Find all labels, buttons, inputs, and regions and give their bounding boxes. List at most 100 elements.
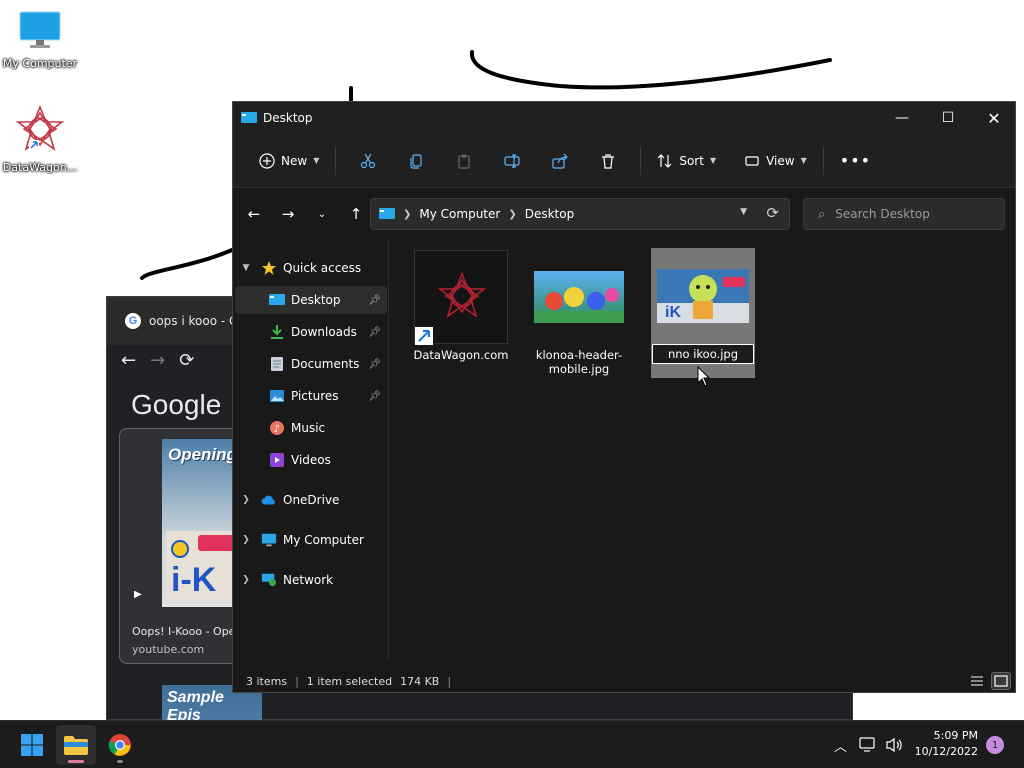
taskbar-chrome[interactable] bbox=[100, 725, 140, 765]
system-tray: ︿ bbox=[834, 721, 903, 768]
running-indicator bbox=[117, 760, 123, 763]
desktop-icon-datawagon[interactable]: DataWagon... bbox=[0, 104, 80, 174]
rename-input[interactable]: nno ikoo.jpg bbox=[652, 344, 754, 364]
minimize-button[interactable]: — bbox=[879, 102, 925, 134]
pin-icon[interactable]: 📌︎ bbox=[368, 391, 381, 402]
desktop-icon-label: My Computer bbox=[2, 57, 78, 70]
reload-icon[interactable]: ⟳ bbox=[179, 350, 194, 371]
active-indicator bbox=[68, 760, 84, 763]
up-button[interactable]: ↑ bbox=[339, 198, 373, 230]
pin-icon[interactable]: 📌︎ bbox=[368, 359, 381, 370]
command-bar: New ▼ Sort ▼ View ▼ ••• bbox=[233, 134, 1015, 188]
chrome-icon bbox=[108, 734, 131, 756]
sort-button[interactable]: Sort ▼ bbox=[649, 145, 724, 177]
recent-locations-button[interactable]: ⌄ bbox=[305, 198, 339, 230]
ikooo-artwork-icon: i-K bbox=[166, 531, 238, 601]
nav-item-desktop[interactable]: Desktop 📌︎ bbox=[235, 286, 387, 314]
thumbnail-view-button[interactable] bbox=[991, 672, 1011, 690]
google-favicon-icon: G bbox=[125, 313, 141, 329]
video-result-card[interactable]: Opening i-K ▶ Oops! I-Kooo - Ope youtube… bbox=[119, 428, 239, 664]
nav-onedrive[interactable]: ❯ OneDrive bbox=[235, 486, 387, 514]
pin-icon[interactable]: 📌︎ bbox=[368, 295, 381, 306]
more-options-button[interactable]: ••• bbox=[832, 145, 879, 177]
mouse-cursor-icon bbox=[697, 366, 711, 387]
nav-label: Documents bbox=[291, 357, 360, 371]
video-thumbnail-text: Opening bbox=[168, 445, 237, 464]
play-icon[interactable]: ▶ bbox=[134, 589, 142, 600]
file-item-klonoa[interactable]: klonoa-header-mobile.jpg bbox=[531, 250, 627, 376]
network-tray-icon[interactable] bbox=[859, 737, 877, 753]
paste-button[interactable] bbox=[440, 145, 488, 177]
plus-circle-icon bbox=[259, 152, 275, 169]
view-icon bbox=[745, 155, 759, 166]
start-button[interactable] bbox=[12, 725, 52, 765]
forward-arrow-icon[interactable]: → bbox=[150, 350, 165, 371]
chevron-right-icon[interactable]: ❯ bbox=[239, 495, 253, 505]
chrome-tab-title: oops i kooo - G bbox=[149, 314, 239, 328]
file-item-ikoo[interactable]: iK nno ikoo.jpg bbox=[651, 248, 755, 378]
desktop-folder-icon bbox=[269, 292, 285, 308]
windows-logo-icon bbox=[21, 734, 43, 756]
nav-item-documents[interactable]: Documents 📌︎ bbox=[235, 350, 387, 378]
new-label: New bbox=[281, 153, 308, 168]
chevron-right-icon: ❯ bbox=[508, 208, 517, 220]
breadcrumb-desktop[interactable]: Desktop bbox=[525, 207, 575, 221]
chevron-down-icon: ▼ bbox=[800, 156, 807, 165]
view-toggle bbox=[967, 672, 1011, 690]
chrome-tab[interactable]: G oops i kooo - G bbox=[125, 313, 238, 329]
volume-icon[interactable] bbox=[885, 737, 903, 753]
file-item-datawagon[interactable]: DataWagon.com bbox=[413, 250, 509, 362]
nav-my-computer[interactable]: ❯ My Computer bbox=[235, 526, 387, 554]
maximize-button[interactable]: ☐ bbox=[925, 102, 971, 134]
close-button[interactable]: ✕ bbox=[971, 102, 1017, 134]
nav-item-pictures[interactable]: Pictures 📌︎ bbox=[235, 382, 387, 410]
monitor-icon bbox=[19, 11, 61, 48]
chevron-up-icon[interactable]: ︿ bbox=[834, 736, 847, 755]
desktop-icon-my-computer[interactable]: My Computer bbox=[0, 10, 80, 70]
klonoa-image-icon bbox=[534, 271, 624, 323]
view-button[interactable]: View ▼ bbox=[736, 145, 815, 177]
video-title[interactable]: Oops! I-Kooo - Ope bbox=[132, 625, 235, 638]
folder-icon bbox=[64, 736, 88, 755]
back-button[interactable]: ← bbox=[237, 198, 271, 230]
explorer-body: ▼ Quick access Desktop 📌︎ Downloads 📌︎ D… bbox=[233, 240, 1015, 660]
nav-network[interactable]: ❯ Network bbox=[235, 566, 387, 594]
breadcrumb-my-computer[interactable]: My Computer bbox=[419, 207, 500, 221]
sort-arrows-icon bbox=[657, 153, 672, 168]
address-bar[interactable]: ❯ My Computer ❯ Desktop ▼ ⟳ bbox=[370, 198, 790, 230]
new-button[interactable]: New ▼ bbox=[251, 145, 327, 177]
back-arrow-icon[interactable]: ← bbox=[121, 350, 136, 371]
delete-button[interactable] bbox=[584, 145, 632, 177]
datawagon-logo-icon bbox=[415, 271, 487, 345]
file-explorer-window[interactable]: Desktop — ☐ ✕ New ▼ Sort ▼ View ▼ ••• ← … bbox=[232, 101, 1016, 693]
music-icon: ♪ bbox=[269, 420, 285, 436]
ikooo-image-icon: iK bbox=[657, 269, 749, 323]
pin-icon[interactable]: 📌︎ bbox=[368, 327, 381, 338]
taskbar-file-explorer[interactable] bbox=[56, 725, 96, 765]
nav-item-videos[interactable]: Videos bbox=[235, 446, 387, 474]
search-box[interactable]: ⌕ Search Desktop bbox=[803, 198, 1005, 230]
cut-button[interactable] bbox=[344, 145, 392, 177]
refresh-icon[interactable]: ⟳ bbox=[766, 204, 779, 222]
chevron-down-icon: ⌄ bbox=[317, 208, 327, 220]
notification-badge[interactable]: 1 bbox=[986, 736, 1004, 754]
nav-item-downloads[interactable]: Downloads 📌︎ bbox=[235, 318, 387, 346]
chevron-down-icon[interactable]: ▼ bbox=[239, 263, 253, 273]
google-logo[interactable]: Google bbox=[131, 389, 221, 421]
rename-button[interactable] bbox=[488, 145, 536, 177]
forward-button[interactable]: → bbox=[271, 198, 305, 230]
nav-label: Downloads bbox=[291, 325, 357, 339]
details-view-button[interactable] bbox=[967, 672, 987, 690]
chevron-right-icon[interactable]: ❯ bbox=[239, 535, 253, 545]
video-thumbnail[interactable]: Opening i-K bbox=[162, 439, 238, 607]
copy-button[interactable] bbox=[392, 145, 440, 177]
chevron-down-icon[interactable]: ▼ bbox=[740, 207, 747, 217]
taskbar-clock[interactable]: 5:09 PM 10/12/2022 bbox=[915, 728, 978, 760]
download-icon bbox=[269, 324, 285, 340]
ellipsis-icon: ••• bbox=[839, 151, 872, 170]
share-button[interactable] bbox=[536, 145, 584, 177]
chevron-right-icon[interactable]: ❯ bbox=[239, 575, 253, 585]
nav-item-music[interactable]: ♪ Music bbox=[235, 414, 387, 442]
nav-quick-access[interactable]: ▼ Quick access bbox=[235, 254, 387, 282]
view-label: View bbox=[766, 153, 795, 168]
